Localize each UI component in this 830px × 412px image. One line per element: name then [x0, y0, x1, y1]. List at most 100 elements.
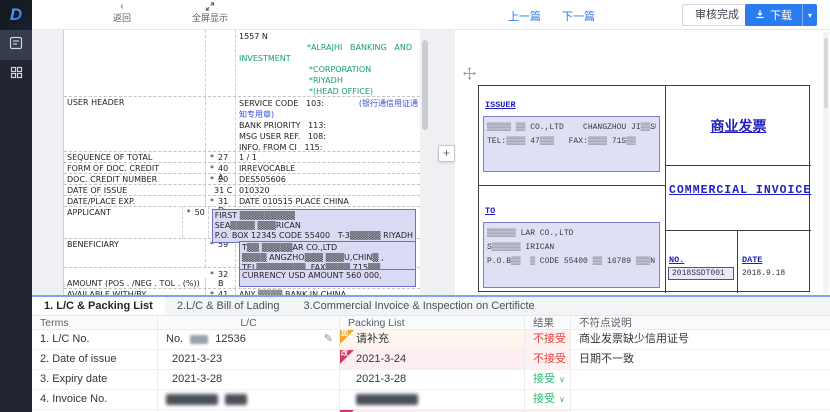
app-logo: D: [0, 0, 32, 30]
field-code: 27: [218, 153, 228, 162]
move-handle-icon[interactable]: [463, 67, 476, 85]
col-header-result: 结果: [525, 316, 571, 330]
highlight-box-issuer: ▒▒▒▒▒ ▒▒ CO.,LTD CHANGZHOU JI▒▒SU C▒▒NA …: [483, 116, 660, 172]
download-menu-button[interactable]: ▾: [803, 4, 817, 26]
scrollbar-thumb[interactable]: [824, 38, 828, 108]
sidebar-item-documents[interactable]: [0, 30, 32, 60]
back-chevron-icon: ‹: [105, 2, 139, 13]
tab-lc-bill-of-lading[interactable]: 2.L/C & Bill of Lading: [165, 297, 292, 315]
next-doc-link[interactable]: 下一篇: [562, 11, 595, 23]
chevron-down-icon: ∨: [559, 390, 565, 409]
lc-value: No.: [166, 333, 183, 345]
invoice-doc-scrollbar[interactable]: [823, 32, 829, 294]
sidebar: D: [0, 0, 32, 412]
redacted-text: [356, 394, 418, 405]
result-value: 不接受: [533, 333, 566, 345]
bank-line: *(HEAD OFFICE): [239, 86, 418, 97]
comparison-panel: 1. L/C & Packing List 2.L/C & Bill of La…: [32, 295, 830, 412]
field-code: 50: [195, 208, 205, 238]
zoom-in-button[interactable]: +: [438, 145, 455, 162]
discrepancy-note: 商业发票缺少信用证号: [571, 330, 830, 350]
redacted-text: [225, 394, 247, 405]
review-complete-button[interactable]: 审核完成: [682, 4, 752, 26]
swift-ref: 1557 N: [239, 31, 418, 42]
swift-row-user-header: USER HEADER SERVICE CODE 103: (银行通信用证通 知…: [64, 97, 420, 152]
field-star: *: [210, 153, 214, 162]
to-cell: TO ▒▒▒▒▒▒ LAR CO.,LTD S▒▒▒▒▒▒ IRICAN P.O…: [479, 186, 666, 293]
field-star: *: [187, 208, 191, 238]
term-cell: 3. Expiry date: [32, 370, 158, 390]
table-row: 4. Invoice No. 接受 ∨: [32, 390, 830, 410]
term-cell: 1. L/C No.: [32, 330, 158, 350]
swift-label: USER HEADER: [64, 97, 206, 151]
term-cell: 4. Invoice No.: [32, 390, 158, 410]
result-select[interactable]: 接受 ∨: [525, 370, 571, 390]
bank-line: *RIYADH: [239, 75, 418, 86]
swift-annotation: (银行通信用证通: [359, 98, 418, 109]
packing-value: 2021-3-24: [356, 353, 406, 365]
fullscreen-button[interactable]: 全屏显示: [185, 2, 235, 23]
swift-label: DATE/PLACE EXP.: [64, 196, 206, 206]
invoice-no-label: NO.: [669, 255, 684, 265]
lc-value-cell: [158, 390, 340, 410]
swift-row-beneficiary: BENEFICIARY *59 T▒▒ ▒▒▒▒▒AR CO.,LTD ▒▒▒▒…: [64, 239, 420, 268]
lc-doc-scrollbar[interactable]: [421, 30, 429, 296]
tab-lc-packing-list[interactable]: 1. L/C & Packing List: [32, 297, 165, 315]
invoice-table: ISSUER ▒▒▒▒▒ ▒▒ CO.,LTD CHANGZHOU JI▒▒SU…: [478, 85, 810, 292]
discrepancy-note: 日期不一致: [571, 350, 830, 370]
lc-value-cell: 2021-3-28: [158, 370, 340, 390]
highlight-box-amount: CURRENCY USD AMOUNT 560 000,: [239, 269, 416, 287]
highlight-box-applicant: FIRST ▒▒▒▒▒▒▒▒▒ SEA▒▒▒▒ ▒▒▒RICAN P.O. BO…: [212, 209, 416, 243]
field-star: *: [210, 175, 214, 184]
swift-value: 1 / 1: [236, 152, 420, 162]
table-row: 3. Expiry date 2021-3-28 2021-3-28 接受 ∨: [32, 370, 830, 390]
fullscreen-icon: [185, 2, 235, 13]
tab-invoice-inspection[interactable]: 3.Commercial Invoice & Inspection on Cer…: [292, 297, 547, 315]
result-select[interactable]: 不接受 ∨: [525, 330, 571, 350]
swift-row: FORM OF DOC. CREDIT *40 A IRREVOCABLE: [64, 163, 420, 174]
sidebar-item-apps[interactable]: [0, 60, 32, 90]
swift-value: BANK PRIORITY 113:: [239, 120, 418, 131]
swift-label: SEQUENCE OF TOTAL: [64, 152, 206, 162]
swift-value: DATE 010515 PLACE CHINA: [236, 196, 420, 206]
col-header-lc: L/C: [158, 316, 340, 330]
edit-pencil-icon[interactable]: ✎: [324, 330, 333, 349]
issuer-line: TEL:▒▒▒▒ 47▒▒▒ FAX:▒▒▒▒ 71S▒▒: [487, 135, 656, 149]
swift-row-bank-header: 1557 N *ALRAJHI BANKING AND INVESTMENT *…: [64, 30, 420, 97]
to-line: ▒▒▒▒▒▒ LAR CO.,LTD: [487, 227, 656, 241]
swift-value: FIRST ▒▒▒▒▒▒▒▒▒: [215, 211, 413, 221]
swift-value: ▒▒▒▒ ANGZHO▒▒▒ ▒▒▒U,CHIN▒ ,: [242, 253, 413, 263]
swift-row: DOC. CREDIT NUMBER *20 DES505606: [64, 174, 420, 185]
invoice-no-value: 2018SSDT001: [668, 267, 734, 280]
swift-row: DATE OF ISSUE 31 C 010320: [64, 185, 420, 196]
result-select[interactable]: 接受 ∨: [525, 390, 571, 410]
scrollbar-thumb[interactable]: [422, 40, 428, 130]
packing-value-cell: 改 2021-3-24: [340, 350, 525, 370]
invoice-title-cn: 商业发票: [711, 116, 767, 136]
lc-value-cell: No. 12536 ✎: [158, 330, 340, 350]
download-button[interactable]: 下载: [745, 4, 803, 26]
field-star: *: [210, 164, 214, 173]
invoice-title-en-cell: COMMERCIAL INVOICE: [666, 166, 811, 231]
bank-line: *ALRAJHI BANKING AND: [239, 42, 418, 53]
swift-value: SEA▒▒▒▒ ▒▒▒RICAN: [215, 221, 413, 231]
swift-value: DES505606: [236, 174, 420, 184]
chevron-down-icon: ∨: [559, 370, 565, 389]
result-select[interactable]: 不接受 ∨: [525, 350, 571, 370]
bank-line: *CORPORATION: [239, 64, 418, 75]
back-label: 返回: [105, 13, 139, 23]
swift-value: 010320: [236, 185, 420, 195]
pager-links: 上一篇 下一篇: [490, 8, 595, 24]
field-code: 40 A: [218, 164, 233, 173]
result-value: 接受: [533, 373, 555, 385]
col-header-terms: Terms: [32, 316, 158, 330]
packing-value: 请补充: [356, 333, 389, 345]
issuer-label: ISSUER: [485, 100, 516, 110]
swift-value: MSG USER REF. 108:: [239, 131, 418, 142]
fullscreen-label: 全屏显示: [185, 13, 235, 23]
prev-doc-link[interactable]: 上一篇: [508, 11, 541, 23]
caret-down-icon: ▾: [808, 11, 812, 20]
back-button[interactable]: ‹ 返回: [105, 2, 139, 23]
swift-row-applicant: APPLICANT *50 FIRST ▒▒▒▒▒▒▒▒▒ SEA▒▒▒▒ ▒▒…: [64, 207, 420, 239]
swift-label: AMOUNT (POS . /NEG . TOL . (%)): [64, 278, 206, 288]
